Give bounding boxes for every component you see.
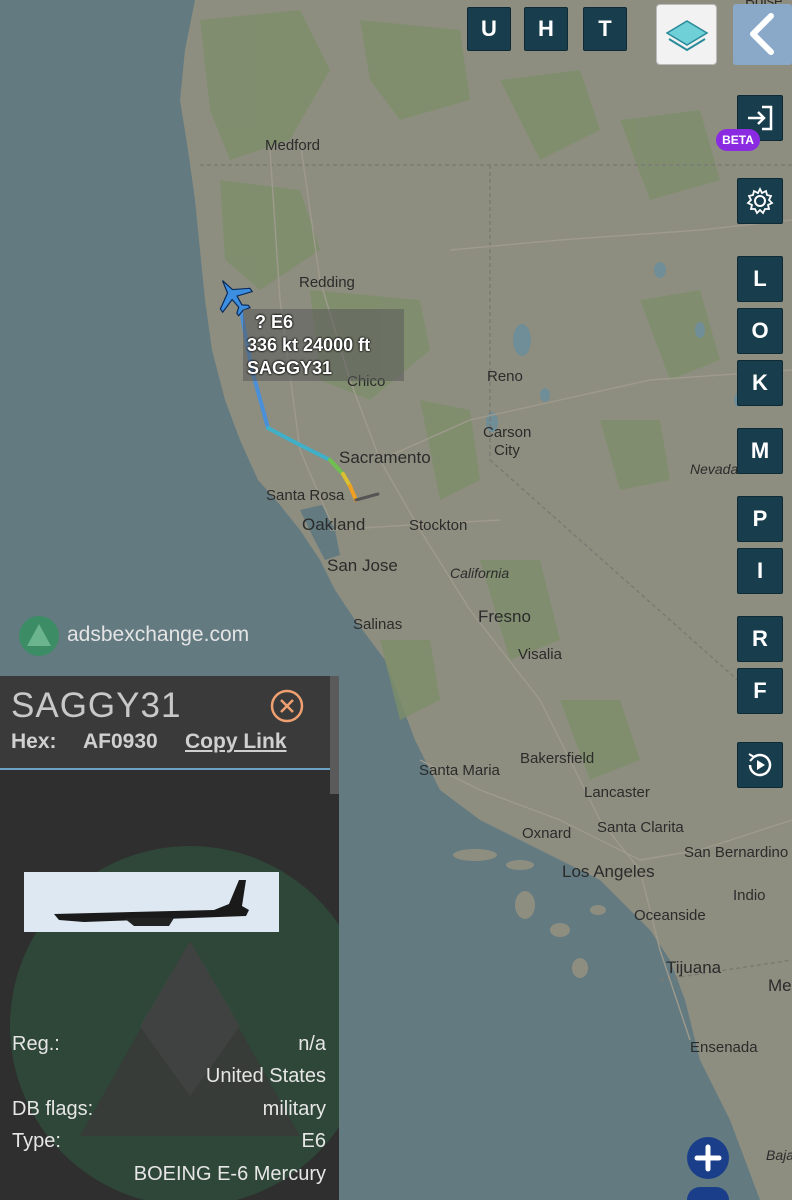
- reg-value: n/a: [298, 1033, 326, 1055]
- aircraft-label[interactable]: ? E6 336 kt 24000 ft SAGGY31: [243, 309, 404, 381]
- place-label: Carson: [483, 424, 531, 441]
- type-value: E6: [301, 1130, 326, 1152]
- place-label: Redding: [299, 274, 355, 291]
- aircraft-label-callsign: SAGGY31: [247, 358, 333, 378]
- place-label: Los Angeles: [562, 862, 655, 881]
- l-button[interactable]: L: [737, 256, 783, 302]
- place-label: Salinas: [353, 616, 402, 633]
- place-label: Reno: [487, 368, 523, 385]
- replay-button[interactable]: [737, 742, 783, 788]
- aircraft-label-type: ? E6: [255, 312, 294, 332]
- i-button[interactable]: I: [737, 548, 783, 594]
- place-label: Baja: [766, 1147, 792, 1163]
- zoom-out-button[interactable]: [687, 1187, 729, 1200]
- f-button[interactable]: F: [737, 668, 783, 714]
- place-label: Santa Maria: [419, 762, 501, 779]
- k-button[interactable]: K: [737, 360, 783, 406]
- zoom-in-button[interactable]: [687, 1137, 729, 1179]
- place-label: Bakersfield: [520, 750, 594, 767]
- place-label: Oceanside: [634, 907, 706, 924]
- t-button[interactable]: T: [583, 7, 627, 51]
- place-label: Visalia: [518, 646, 563, 663]
- place-label: Santa Rosa: [266, 487, 345, 504]
- db-flags-label: DB flags:: [12, 1098, 94, 1120]
- plus-icon: [694, 1144, 722, 1172]
- chevron-left-icon: [750, 13, 774, 55]
- place-label: Fresno: [478, 607, 531, 626]
- h-button[interactable]: H: [524, 7, 568, 51]
- place-label: Lancaster: [584, 784, 650, 801]
- place-label: Santa Clarita: [597, 819, 684, 836]
- model-value: BOEING E-6 Mercury: [133, 1163, 326, 1185]
- place-label: San Jose: [327, 556, 398, 575]
- replay-icon: [748, 753, 772, 777]
- aircraft-label-speed-alt: 336 kt 24000 ft: [247, 335, 371, 355]
- place-label: Nevada: [690, 461, 738, 477]
- place-label: Sacramento: [339, 448, 431, 467]
- u-button[interactable]: U: [467, 7, 511, 51]
- beta-badge: BETA: [716, 129, 760, 151]
- place-label: California: [450, 565, 509, 581]
- place-label: Stockton: [409, 517, 467, 534]
- layers-button[interactable]: [656, 4, 717, 65]
- country-value: United States: [205, 1065, 326, 1087]
- gear-icon: [746, 186, 774, 215]
- place-label: City: [494, 442, 520, 459]
- place-label: Oxnard: [522, 825, 571, 842]
- aircraft-photo: [24, 872, 279, 932]
- reg-label: Reg.:: [12, 1033, 60, 1055]
- settings-button[interactable]: [737, 178, 783, 224]
- watermark-text: adsbexchange.com: [67, 623, 250, 646]
- aircraft-info-panel: SAGGY31 Hex: AF0930 Copy Link Reg.: n/a …: [0, 676, 339, 1200]
- collapse-sidebar-button[interactable]: [733, 4, 792, 65]
- layers-icon: [665, 20, 709, 52]
- type-label: Type:: [12, 1130, 61, 1152]
- r-button[interactable]: R: [737, 616, 783, 662]
- place-label: San Bernardino: [684, 844, 788, 861]
- db-flags-value: military: [262, 1098, 326, 1120]
- adsbexchange-logo: [19, 616, 59, 656]
- aircraft-photo-icon: [54, 880, 249, 926]
- panel-watermark-logo: [10, 846, 339, 1200]
- place-label: Me: [768, 976, 792, 995]
- m-button[interactable]: M: [737, 428, 783, 474]
- p-button[interactable]: P: [737, 496, 783, 542]
- o-button[interactable]: O: [737, 308, 783, 354]
- place-label: Indio: [733, 887, 766, 904]
- place-label: Tijuana: [666, 958, 722, 977]
- place-label: Ensenada: [690, 1039, 758, 1056]
- place-label: Medford: [265, 137, 320, 154]
- place-label: Oakland: [302, 515, 365, 534]
